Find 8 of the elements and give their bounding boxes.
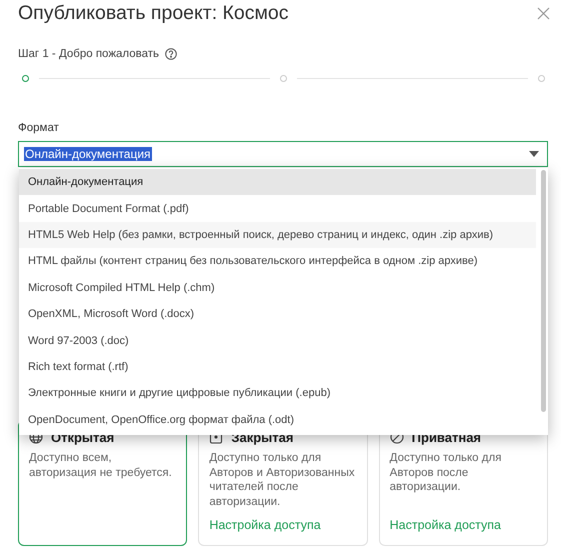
card-title: Закрытая — [231, 430, 294, 444]
card-description: Доступно всем, авторизация не требуется. — [29, 451, 173, 480]
field-label: Формат — [18, 121, 59, 135]
dialog-title: Опубликовать проект: Космос — [18, 1, 288, 26]
card-title: Открытая — [51, 430, 114, 444]
card-description: Доступно только для Авторов и Авторизованных читателей после авторизации. — [209, 451, 356, 509]
step-label: Шаг 1 - Добро пожаловать — [18, 48, 160, 60]
card-description: Доступно только для Авторов после авторизации. — [390, 451, 502, 494]
